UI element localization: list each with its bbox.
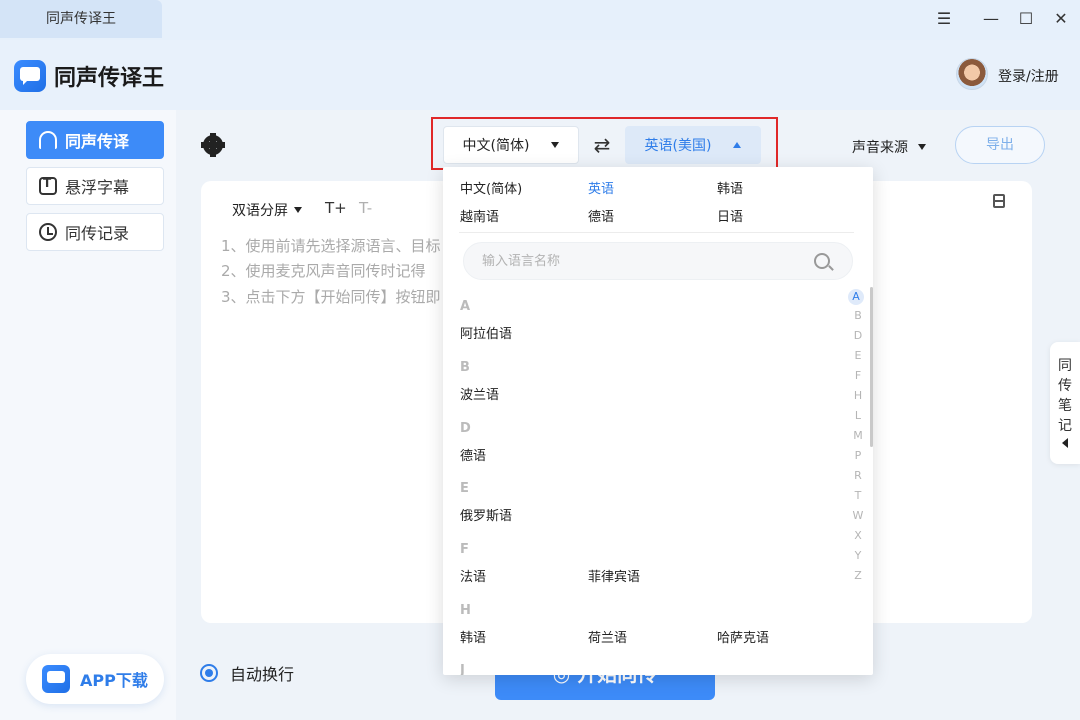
- view-mode-label: 双语分屏: [232, 203, 288, 219]
- sidebar-item-label: 悬浮字幕: [65, 178, 130, 197]
- font-decrease-button[interactable]: T-: [359, 199, 372, 217]
- sound-source-label: 声音来源: [852, 140, 908, 156]
- chevron-down-icon: [551, 142, 560, 148]
- sound-source-select[interactable]: 声音来源: [852, 137, 926, 157]
- sidebar: 同声传译 悬浮字幕 同传记录 APP下载: [0, 110, 176, 720]
- language-dropdown: 中文(简体) 英语 韩语 越南语 德语 日语 A 阿拉伯语 B 波兰语 D 德语…: [443, 167, 873, 675]
- font-increase-button[interactable]: T+: [325, 199, 347, 217]
- language-search-input[interactable]: [482, 251, 802, 271]
- group-letter: B: [460, 360, 470, 375]
- sidebar-item-floating-subtitles[interactable]: 悬浮字幕: [26, 167, 164, 205]
- app-name: 同声传译王: [54, 66, 165, 91]
- auto-wrap-label: 自动换行: [230, 665, 295, 684]
- interpretation-notes-tab[interactable]: 同 传 笔 记: [1050, 342, 1080, 464]
- headset-icon: [39, 131, 57, 149]
- language-option[interactable]: 俄罗斯语: [460, 505, 512, 524]
- app-header: 同声传译王 登录/注册: [0, 40, 1080, 110]
- alphabet-index-letter[interactable]: Y: [852, 549, 864, 562]
- sidebar-item-simultaneous-interpretation[interactable]: 同声传译: [26, 121, 164, 159]
- target-language-label: 英语(美国): [644, 138, 712, 154]
- alphabet-index-letter[interactable]: P: [852, 449, 864, 462]
- export-button[interactable]: 导出: [955, 126, 1045, 164]
- chevron-down-icon: [294, 207, 302, 213]
- sidebar-item-interpretation-records[interactable]: 同传记录: [26, 213, 164, 251]
- language-option[interactable]: 波兰语: [460, 384, 499, 403]
- search-icon[interactable]: [814, 253, 830, 269]
- login-register-link[interactable]: 登录/注册: [998, 66, 1059, 86]
- usage-tip: 2、使用麦克风声音同传时记得: [221, 262, 426, 280]
- notes-tab-char: 记: [1058, 418, 1072, 434]
- language-option[interactable]: 哈萨克语: [717, 627, 769, 646]
- app-logo-icon: [42, 665, 70, 693]
- language-option[interactable]: 阿拉伯语: [460, 323, 512, 342]
- language-search-box: [463, 242, 853, 280]
- swap-languages-icon[interactable]: ⇄: [590, 134, 614, 156]
- recent-language-option[interactable]: 中文(简体): [460, 178, 522, 197]
- alphabet-index-letter[interactable]: D: [852, 329, 864, 342]
- target-language-select[interactable]: 英语(美国): [625, 126, 761, 164]
- chevron-up-icon: [733, 142, 742, 148]
- recent-language-option[interactable]: 日语: [717, 206, 743, 225]
- usage-tip: 3、点击下方【开始同传】按钮即: [221, 288, 441, 306]
- language-option[interactable]: 德语: [460, 445, 486, 464]
- recent-language-option[interactable]: 英语: [588, 178, 614, 197]
- alphabet-index-letter[interactable]: M: [852, 429, 864, 442]
- language-option[interactable]: 菲律宾语: [588, 566, 640, 585]
- source-language-select[interactable]: 中文(简体): [443, 126, 579, 164]
- app-download-button[interactable]: APP下载: [26, 654, 164, 704]
- group-letter: D: [460, 421, 471, 436]
- scrollbar-thumb[interactable]: [870, 287, 873, 447]
- alphabet-index-letter[interactable]: E: [852, 349, 864, 362]
- alphabet-index-letter[interactable]: W: [852, 509, 864, 522]
- recent-language-option[interactable]: 德语: [588, 206, 614, 225]
- alphabet-index-letter[interactable]: H: [852, 389, 864, 402]
- alphabet-index-letter[interactable]: R: [852, 469, 864, 482]
- notes-tab-char: 传: [1058, 378, 1072, 394]
- notes-tab-char: 笔: [1058, 398, 1072, 414]
- group-letter: J: [460, 663, 465, 675]
- language-option[interactable]: 法语: [460, 566, 486, 585]
- sidebar-item-label: 同声传译: [65, 132, 130, 151]
- group-letter: H: [460, 603, 471, 618]
- minimize-icon[interactable]: —: [980, 8, 1002, 30]
- alphabet-index-letter[interactable]: Z: [852, 569, 864, 582]
- alphabet-index-letter[interactable]: A: [848, 289, 864, 305]
- split-view-icon[interactable]: [993, 194, 1005, 208]
- notes-tab-char: 同: [1058, 358, 1072, 374]
- group-letter: E: [460, 481, 469, 496]
- divider: [459, 232, 854, 233]
- caret-left-icon: [1062, 438, 1068, 448]
- app-logo-icon: [14, 60, 46, 92]
- alphabet-index-letter[interactable]: T: [852, 489, 864, 502]
- text-box-icon: [39, 176, 57, 195]
- close-icon[interactable]: ✕: [1050, 8, 1072, 30]
- group-letter: F: [460, 542, 469, 557]
- gear-icon[interactable]: [201, 133, 225, 157]
- app-download-label: APP下载: [80, 671, 148, 690]
- sidebar-item-label: 同传记录: [65, 224, 130, 243]
- menu-icon[interactable]: ☰: [933, 8, 955, 30]
- alphabet-index-letter[interactable]: X: [852, 529, 864, 542]
- group-letter: A: [460, 299, 471, 314]
- view-mode-select[interactable]: 双语分屏: [232, 200, 302, 220]
- chevron-down-icon: [918, 144, 926, 150]
- recent-language-option[interactable]: 越南语: [460, 206, 499, 225]
- recent-language-option[interactable]: 韩语: [717, 178, 743, 197]
- maximize-icon[interactable]: ☐: [1015, 8, 1037, 30]
- language-option[interactable]: 荷兰语: [588, 627, 627, 646]
- clock-icon: [39, 223, 57, 241]
- usage-tip: 1、使用前请先选择源语言、目标: [221, 237, 441, 255]
- alphabet-index-letter[interactable]: F: [852, 369, 864, 382]
- window-tab[interactable]: 同声传译王: [0, 0, 162, 38]
- radio-checked-icon: [200, 664, 218, 682]
- avatar[interactable]: [956, 58, 988, 90]
- source-language-label: 中文(简体): [462, 138, 530, 154]
- language-option[interactable]: 韩语: [460, 627, 486, 646]
- alphabet-index-letter[interactable]: B: [852, 309, 864, 322]
- auto-wrap-radio[interactable]: 自动换行: [200, 661, 294, 685]
- title-bar: 同声传译王 ☰ — ☐ ✕: [0, 0, 1080, 40]
- alphabet-index-letter[interactable]: L: [852, 409, 864, 422]
